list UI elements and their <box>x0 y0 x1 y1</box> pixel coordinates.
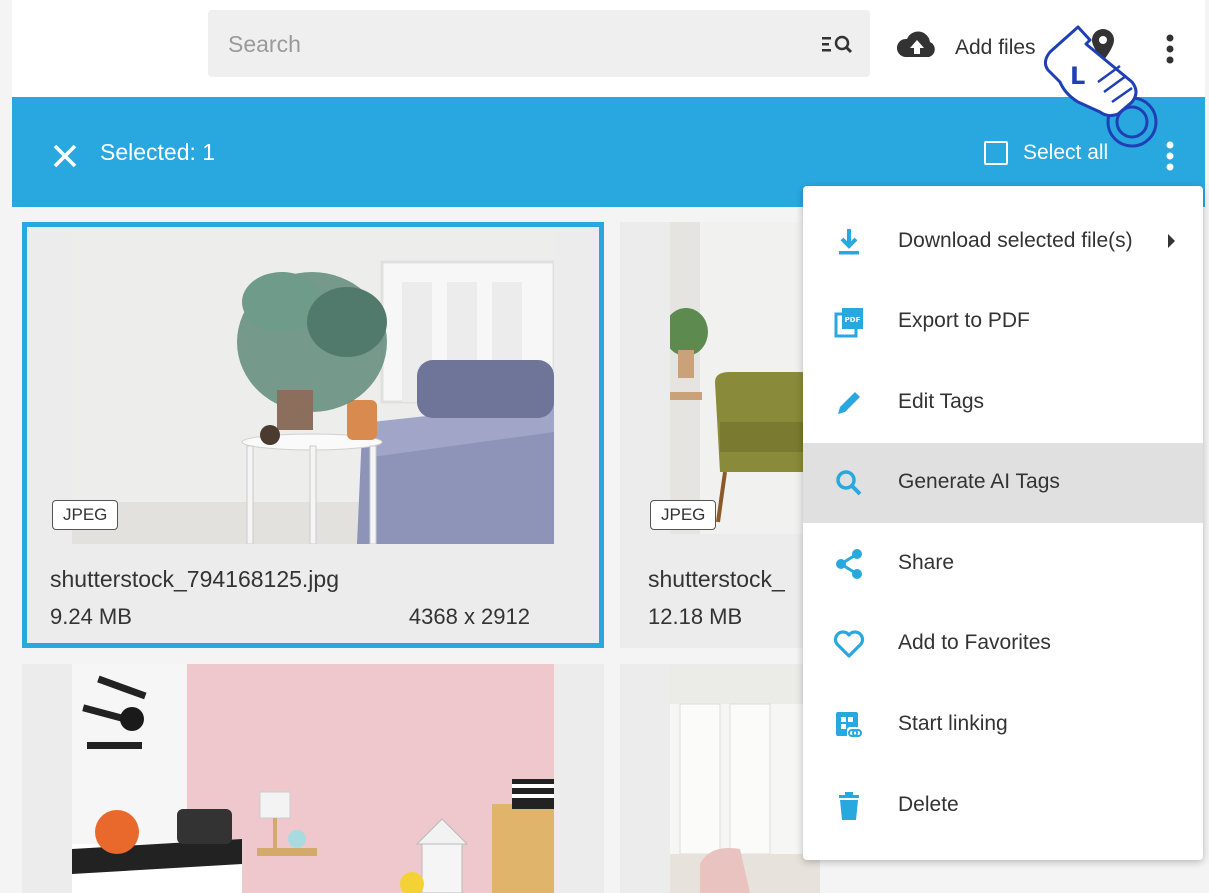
menu-item-download[interactable]: Download selected file(s) <box>803 202 1203 282</box>
menu-item-label: Export to PDF <box>898 309 1030 332</box>
menu-item-label: Download selected file(s) <box>898 229 1133 252</box>
menu-item-label: Add to Favorites <box>898 631 1051 654</box>
search-placeholder: Search <box>228 31 301 57</box>
dining-room-thumbnail <box>670 664 820 893</box>
pdf-icon: PDF <box>834 308 863 338</box>
menu-item-start-linking[interactable]: Start linking <box>803 685 1203 765</box>
file-card[interactable] <box>22 664 604 893</box>
menu-item-label: Edit Tags <box>898 390 984 413</box>
search-icon <box>836 470 862 496</box>
file-size: 12.18 MB <box>648 604 743 629</box>
menu-item-favorites[interactable]: Add to Favorites <box>803 604 1203 684</box>
bedroom-thumbnail <box>72 232 554 544</box>
menu-item-label: Delete <box>898 793 959 816</box>
living-room-thumbnail <box>670 222 820 534</box>
file-card[interactable] <box>620 664 820 893</box>
menu-item-label: Start linking <box>898 712 1008 735</box>
file-type-badge: JPEG <box>650 500 717 530</box>
menu-item-edit-tags[interactable]: Edit Tags <box>803 363 1203 443</box>
menu-item-export-pdf[interactable]: PDF Export to PDF <box>803 282 1203 362</box>
link-icon <box>836 712 863 739</box>
search-field[interactable]: Search <box>208 10 870 77</box>
file-card[interactable]: JPEG shutterstock_ 12.18 MB <box>620 222 820 648</box>
context-menu: Download selected file(s) PDF Export to … <box>803 186 1203 860</box>
close-icon[interactable] <box>50 141 80 171</box>
select-all-checkbox[interactable] <box>984 141 1008 165</box>
filter-search-icon[interactable] <box>820 32 856 56</box>
pencil-icon <box>838 392 860 414</box>
svg-text:PDF: PDF <box>845 316 861 324</box>
file-dimensions: 4368 x 2912 <box>408 604 530 629</box>
trash-icon <box>839 792 859 820</box>
download-icon <box>839 229 859 255</box>
menu-item-delete[interactable]: Delete <box>803 766 1203 846</box>
select-all-label[interactable]: Select all <box>1023 141 1108 165</box>
submenu-arrow-icon <box>1168 234 1175 248</box>
share-icon <box>836 549 862 579</box>
file-size: 9.24 MB <box>50 604 132 629</box>
file-card[interactable]: JPEG shutterstock_794168125.jpg 9.24 MB … <box>22 222 604 648</box>
file-type-badge: JPEG <box>52 500 119 530</box>
more-options-icon[interactable] <box>1160 30 1180 70</box>
selected-count: Selected: 1 <box>100 139 216 165</box>
menu-item-share[interactable]: Share <box>803 524 1203 604</box>
menu-item-label: Share <box>898 551 955 574</box>
add-files-label: Add files <box>955 36 1036 59</box>
heart-icon <box>833 630 865 658</box>
selection-more-icon[interactable] <box>1160 137 1180 177</box>
cloud-upload-icon <box>896 31 935 57</box>
location-pin-icon[interactable] <box>1090 28 1116 62</box>
file-name: shutterstock_ <box>648 566 785 592</box>
menu-item-label: Generate AI Tags <box>898 470 1060 493</box>
menu-item-generate-ai-tags[interactable]: Generate AI Tags <box>803 443 1203 523</box>
kids-room-thumbnail <box>72 664 554 893</box>
file-name: shutterstock_794168125.jpg <box>50 566 339 592</box>
